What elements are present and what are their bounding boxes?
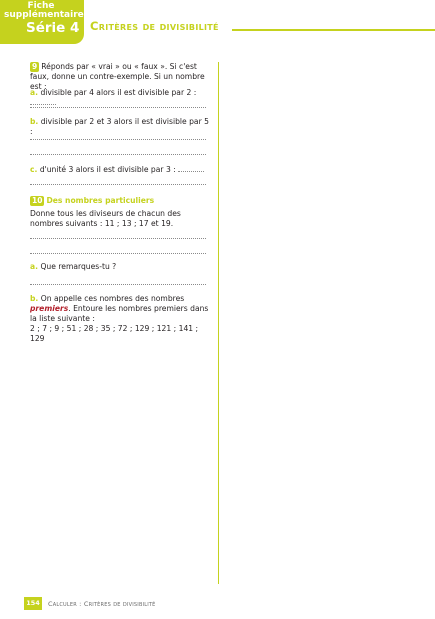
item-b-text: divisible par 2 et 3 alors il est divisi… (30, 117, 209, 136)
answer-dots-c[interactable] (178, 165, 205, 172)
answer-line[interactable] (30, 184, 206, 185)
tab-label-serie: Série 4 (26, 20, 80, 36)
answer-line[interactable] (30, 238, 206, 239)
exercise-9-intro-text: Réponds par « vrai » ou « faux ». Si c'e… (30, 62, 205, 91)
answer-line[interactable] (30, 107, 206, 108)
item-a-label: a. (30, 88, 39, 97)
exercise-9-item-c: c. d'unité 3 alors il est divisible par … (30, 165, 210, 175)
exercise-10-item-a: a. Que remarques-tu ? (30, 262, 210, 272)
answer-line[interactable] (30, 154, 206, 155)
exercise-10-item-b: b. On appelle ces nombres des nombres pr… (30, 294, 210, 323)
item-10b-label: b. (30, 294, 39, 303)
footer-text: Calculer : Critères de divisibilité (48, 600, 156, 608)
exercise-9-item-b: b. divisible par 2 et 3 alors il est div… (30, 117, 210, 137)
number-list[interactable]: 2 ; 7 ; 9 ; 51 ; 28 ; 35 ; 72 ; 129 ; 12… (30, 324, 210, 344)
exercise-10-header: 10 Des nombres particuliers (30, 196, 210, 206)
item-c-label: c. (30, 165, 38, 174)
exercise-10-intro: Donne tous les diviseurs de chacun des n… (30, 209, 181, 228)
series-tab: Fiche supplémentaire Série 4 (0, 0, 84, 44)
answer-line[interactable] (30, 284, 206, 285)
exercise-9-number: 9 (30, 62, 40, 72)
exercise-10-number: 10 (30, 196, 45, 206)
item-c-text: d'unité 3 alors il est divisible par 3 : (39, 165, 176, 174)
page-number: 154 (24, 597, 42, 610)
item-10b-text-before: On appelle ces nombres des nombres (40, 294, 185, 303)
header-rule (232, 29, 435, 31)
tab-label-supplementaire: supplémentaire (4, 10, 84, 20)
column-divider (218, 62, 219, 584)
item-10a-text: Que remarques-tu ? (40, 262, 117, 271)
keyword-premiers: premiers (30, 303, 69, 313)
item-10a-label: a. (30, 262, 39, 271)
item-a-text: divisible par 4 alors il est divisible p… (40, 88, 197, 97)
answer-line[interactable] (30, 253, 206, 254)
item-b-label: b. (30, 117, 39, 126)
answer-line[interactable] (30, 139, 206, 140)
exercise-10-title: Des nombres particuliers (46, 196, 155, 205)
page-title: Critères de divisibilité (90, 19, 219, 33)
exercise-9-item-a: a. divisible par 4 alors il est divisibl… (30, 88, 210, 108)
answer-dots-a[interactable] (30, 98, 56, 105)
